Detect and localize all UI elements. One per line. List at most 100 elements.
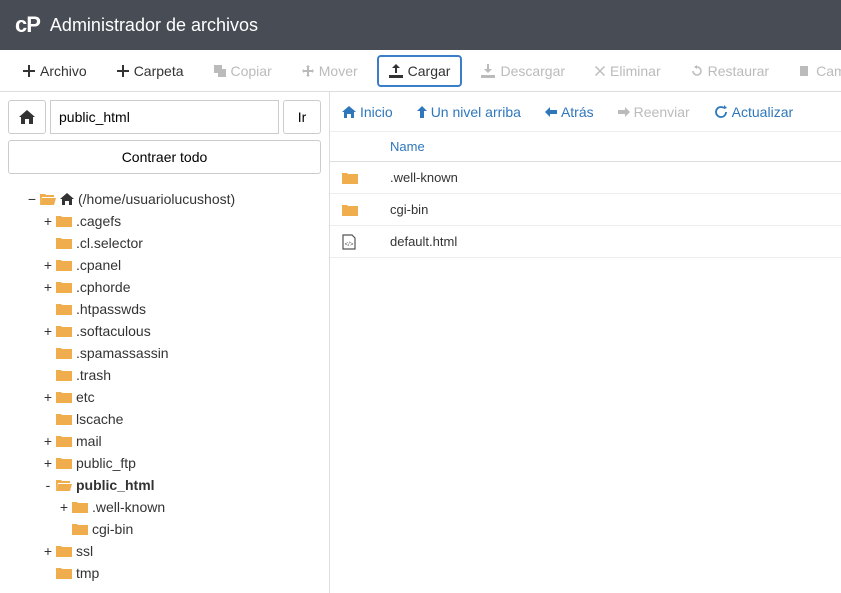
go-button[interactable]: Ir (283, 100, 321, 134)
sidebar: Ir Contraer todo − (/home/usuariolucusho… (0, 92, 330, 593)
path-row: Ir (8, 100, 321, 134)
tree-node-label: etc (76, 389, 95, 405)
move-button[interactable]: Mover (291, 56, 369, 86)
forward-arrow-icon (618, 107, 630, 117)
file-row[interactable]: .well-known (330, 162, 841, 194)
tree-node[interactable]: +.cagefs (8, 210, 321, 232)
folder-closed-icon (56, 457, 72, 469)
copy-icon (214, 65, 226, 77)
restore-icon (691, 65, 703, 77)
rename-icon (799, 65, 811, 77)
folder-closed-icon (56, 259, 72, 271)
home-button[interactable] (8, 100, 46, 134)
back-arrow-icon (545, 107, 557, 117)
nav-up-label: Un nivel arriba (431, 104, 521, 120)
tree-node[interactable]: .spamassassin (8, 342, 321, 364)
folder-closed-icon (56, 391, 72, 403)
file-row[interactable]: </> default.html (330, 226, 841, 258)
file-list: .well-known cgi-bin </> default.html (330, 162, 841, 258)
tree-toggle-icon[interactable]: + (42, 323, 54, 339)
tree-node-label: .htpasswds (76, 301, 146, 317)
nav-refresh-link[interactable]: Actualizar (714, 104, 793, 120)
tree-toggle-icon[interactable]: + (42, 257, 54, 273)
nav-row: Inicio Un nivel arriba Atrás Reenviar Ac… (330, 92, 841, 132)
tree-node[interactable]: lscache (8, 408, 321, 430)
tree-node[interactable]: +ssl (8, 540, 321, 562)
column-name-label: Name (390, 139, 425, 154)
nav-up-link[interactable]: Un nivel arriba (417, 104, 521, 120)
folder-closed-icon (56, 369, 72, 381)
tree-node[interactable]: +var (8, 584, 321, 585)
tree-node-label: .softaculous (76, 323, 151, 339)
plus-icon (23, 65, 35, 77)
path-input[interactable] (50, 100, 279, 134)
folder-closed-icon (56, 545, 72, 557)
folder-icon (342, 204, 360, 216)
tree-node-label: mail (76, 433, 102, 449)
tree-node[interactable]: .cl.selector (8, 232, 321, 254)
file-name-label: default.html (390, 234, 457, 249)
upload-label: Cargar (408, 63, 451, 79)
tree-node-label: cgi-bin (92, 521, 133, 537)
new-folder-button[interactable]: Carpeta (106, 56, 195, 86)
copy-button[interactable]: Copiar (203, 56, 283, 86)
restore-label: Restaurar (708, 63, 769, 79)
tree-toggle-icon[interactable]: + (42, 455, 54, 471)
tree-node[interactable]: +.cpanel (8, 254, 321, 276)
tree-node-label: .cl.selector (76, 235, 143, 251)
move-label: Mover (319, 63, 358, 79)
rename-button[interactable]: Cambiar (788, 56, 841, 86)
upload-icon (389, 64, 403, 78)
tree-node[interactable]: .htpasswds (8, 298, 321, 320)
refresh-icon (714, 105, 728, 119)
tree-node[interactable]: + mail (8, 430, 321, 452)
home-icon (19, 110, 35, 124)
tree-node[interactable]: +.cphorde (8, 276, 321, 298)
tree-node[interactable]: tmp (8, 562, 321, 584)
nav-home-link[interactable]: Inicio (342, 104, 393, 120)
file-name-label: .well-known (390, 170, 458, 185)
tree-node-label: public_html (76, 477, 155, 493)
tree-node[interactable]: +.well-known (8, 496, 321, 518)
table-header-name[interactable]: Name (330, 132, 841, 162)
home-icon (60, 193, 74, 205)
delete-label: Eliminar (610, 63, 661, 79)
tree-node-label: lscache (76, 411, 123, 427)
nav-back-link[interactable]: Atrás (545, 104, 594, 120)
tree-toggle-icon[interactable]: − (26, 191, 38, 207)
tree-toggle-icon[interactable]: - (42, 477, 54, 493)
tree-toggle-icon[interactable]: + (42, 433, 54, 449)
collapse-all-button[interactable]: Contraer todo (8, 140, 321, 174)
folder-closed-icon (72, 501, 88, 513)
tree-node[interactable]: + .softaculous (8, 320, 321, 342)
tree-toggle-icon[interactable]: + (42, 389, 54, 405)
tree-toggle-icon[interactable]: + (42, 279, 54, 295)
delete-button[interactable]: Eliminar (584, 56, 672, 86)
tree-node[interactable]: cgi-bin (8, 518, 321, 540)
tree-node[interactable]: - public_html (8, 474, 321, 496)
tree-toggle-icon[interactable]: + (42, 213, 54, 229)
tree-toggle-icon[interactable]: + (42, 543, 54, 559)
new-file-button[interactable]: Archivo (12, 56, 98, 86)
nav-forward-link[interactable]: Reenviar (618, 104, 690, 120)
up-arrow-icon (417, 106, 427, 118)
tree-node[interactable]: + etc (8, 386, 321, 408)
folder-closed-icon (56, 281, 72, 293)
tree-node-label: tmp (76, 565, 99, 581)
download-button[interactable]: Descargar (470, 56, 576, 86)
nav-forward-label: Reenviar (634, 104, 690, 120)
delete-icon (595, 66, 605, 76)
tree-node[interactable]: .trash (8, 364, 321, 386)
file-content: Inicio Un nivel arriba Atrás Reenviar Ac… (330, 92, 841, 593)
tree-root[interactable]: − (/home/usuariolucushost) (8, 188, 321, 210)
tree-toggle-icon[interactable]: + (58, 499, 70, 515)
plus-icon (117, 65, 129, 77)
tree-node[interactable]: + public_ftp (8, 452, 321, 474)
html-file-icon: </> (342, 234, 360, 250)
folder-open-icon (56, 479, 72, 491)
tree-node-label: public_ftp (76, 455, 136, 471)
main-toolbar: Archivo Carpeta Copiar Mover Cargar Desc… (0, 50, 841, 92)
file-row[interactable]: cgi-bin (330, 194, 841, 226)
restore-button[interactable]: Restaurar (680, 56, 780, 86)
upload-button[interactable]: Cargar (377, 55, 463, 87)
